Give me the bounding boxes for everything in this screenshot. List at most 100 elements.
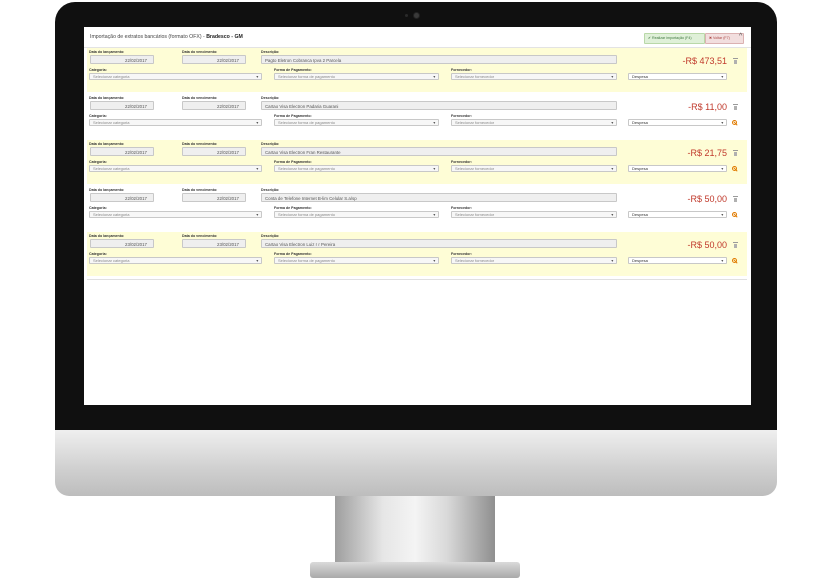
payment-method-select[interactable]: Selecionar forma de pagamento ▼ [274,73,439,80]
supplier-select[interactable]: Selecionar fornecedor ▼ [451,73,617,80]
payment-method-label: Forma de Pagamento: [274,160,312,164]
due-date-input[interactable]: 23/02/2017 [182,239,246,248]
trash-icon[interactable] [733,150,738,156]
supplier-placeholder: Selecionar fornecedor [455,212,495,217]
due-date-label: Data do vencimento: [182,50,218,54]
chevron-down-icon: ▼ [610,75,614,79]
amount-value: -R$ 50,00 [687,240,727,250]
type-select[interactable]: Despesa ▼ [628,165,727,172]
page-title: Importação de extratos bancários (format… [90,34,243,40]
ban-icon[interactable] [732,166,737,171]
category-placeholder: Selecionar categoria [93,258,130,263]
payment-method-placeholder: Selecionar forma de pagamento [278,258,335,263]
import-button[interactable]: ✔ Realizar importação (F4) [644,33,705,44]
trash-icon[interactable] [733,104,738,110]
trash-icon[interactable] [733,196,738,202]
launch-date-input[interactable]: 22/02/2017 [90,147,154,156]
payment-method-placeholder: Selecionar forma de pagamento [278,212,335,217]
supplier-placeholder: Selecionar fornecedor [455,74,495,79]
category-label: Categoria: [89,160,107,164]
payment-method-select[interactable]: Selecionar forma de pagamento ▼ [274,119,439,126]
due-date-label: Data do vencimento: [182,234,218,238]
supplier-select[interactable]: Selecionar fornecedor ▼ [451,119,617,126]
ban-icon[interactable] [732,258,737,263]
supplier-placeholder: Selecionar fornecedor [455,258,495,263]
ban-icon[interactable] [732,120,737,125]
category-select[interactable]: Selecionar categoria ▼ [89,257,262,264]
category-select[interactable]: Selecionar categoria ▼ [89,211,262,218]
type-select[interactable]: Despesa ▼ [628,119,727,126]
chevron-down-icon: ▼ [255,213,259,217]
description-input[interactable]: Cartao Visa Electron Padaria Guarani [261,101,617,110]
chevron-down-icon: ▼ [610,167,614,171]
type-value: Despesa [632,258,648,263]
trash-can [734,59,737,64]
due-date-input[interactable]: 22/02/2017 [182,193,246,202]
chevron-down-icon: ▼ [432,259,436,263]
trash-can [734,105,737,110]
category-select[interactable]: Selecionar categoria ▼ [89,73,262,80]
monitor-stand-neck [335,496,495,564]
amount-value: -R$ 21,75 [687,148,727,158]
payment-method-label: Forma de Pagamento: [274,114,312,118]
supplier-label: Fornecedor: [451,68,472,72]
launch-date-label: Data do lançamento: [89,142,125,146]
type-select[interactable]: Despesa ▼ [628,211,727,218]
category-placeholder: Selecionar categoria [93,120,130,125]
payment-method-placeholder: Selecionar forma de pagamento [278,166,335,171]
payment-method-select[interactable]: Selecionar forma de pagamento ▼ [274,211,439,218]
due-date-input[interactable]: 22/02/2017 [182,101,246,110]
payment-method-label: Forma de Pagamento: [274,252,312,256]
chevron-down-icon: ▼ [720,121,724,125]
description-input[interactable]: Cartao Visa Electron Fran Restaurante [261,147,617,156]
launch-date-input[interactable]: 23/02/2017 [90,239,154,248]
title-prefix: Importação de extratos bancários (format… [90,34,207,40]
payment-method-select[interactable]: Selecionar forma de pagamento ▼ [274,257,439,264]
description-label: Descrição: [261,188,280,192]
launch-date-input[interactable]: 22/02/2017 [90,193,154,202]
entry-row: Data do lançamento: Data do vencimento: … [87,186,747,230]
due-date-input[interactable]: 22/02/2017 [182,55,246,64]
launch-date-input[interactable]: 22/02/2017 [90,101,154,110]
chevron-down-icon: ▼ [720,213,724,217]
description-input[interactable]: Conta de Telefone Internet B-lim Celular… [261,193,617,202]
launch-date-input[interactable]: 22/02/2017 [90,55,154,64]
category-label: Categoria: [89,114,107,118]
description-input[interactable]: Cartao Visa Electron Luiz r r Pereira [261,239,617,248]
type-select[interactable]: Despesa ▼ [628,73,727,80]
entry-row: Data do lançamento: Data do vencimento: … [87,48,747,92]
description-label: Descrição: [261,142,280,146]
amount-value: -R$ 11,00 [688,102,727,112]
ban-icon[interactable] [732,212,737,217]
chevron-down-icon: ▼ [610,259,614,263]
category-placeholder: Selecionar categoria [93,166,130,171]
trash-icon[interactable] [733,58,738,64]
chevron-down-icon: ▼ [255,167,259,171]
category-select[interactable]: Selecionar categoria ▼ [89,119,262,126]
trash-can [734,197,737,202]
type-value: Despesa [632,120,648,125]
category-select[interactable]: Selecionar categoria ▼ [89,165,262,172]
amount-value: -R$ 473,51 [682,56,727,66]
description-label: Descrição: [261,96,280,100]
category-label: Categoria: [89,206,107,210]
monitor-stand-base [310,562,520,578]
list-bottom-divider [87,279,747,280]
due-date-input[interactable]: 22/02/2017 [182,147,246,156]
payment-method-select[interactable]: Selecionar forma de pagamento ▼ [274,165,439,172]
description-input[interactable]: Pagto Eletron Cobranca Ipva 2 Parcela [261,55,617,64]
supplier-label: Fornecedor: [451,252,472,256]
chevron-down-icon: ▼ [432,75,436,79]
supplier-select[interactable]: Selecionar fornecedor ▼ [451,257,617,264]
camera-sensor [405,14,408,17]
supplier-select[interactable]: Selecionar fornecedor ▼ [451,165,617,172]
launch-date-label: Data do lançamento: [89,96,125,100]
panel-header: Importação de extratos bancários (format… [84,27,751,48]
trash-icon[interactable] [733,242,738,248]
supplier-select[interactable]: Selecionar fornecedor ▼ [451,211,617,218]
type-value: Despesa [632,74,648,79]
description-label: Descrição: [261,234,280,238]
collapse-chevron-icon[interactable]: ^ [739,33,742,40]
category-label: Categoria: [89,252,107,256]
type-select[interactable]: Despesa ▼ [628,257,727,264]
